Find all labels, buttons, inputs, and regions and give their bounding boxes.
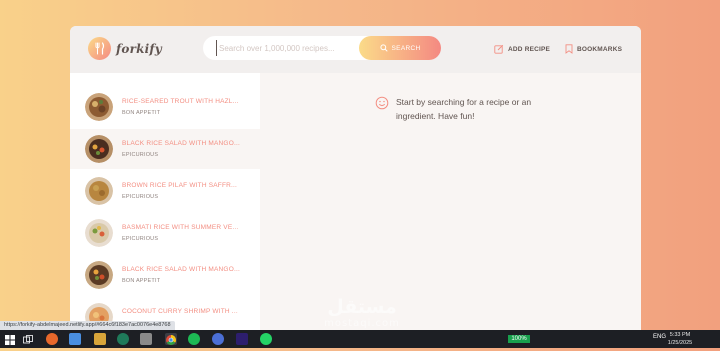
result-item[interactable]: BLACK RICE SALAD WITH MANGO... EPICURIOU… [70, 129, 260, 169]
app-icon-2[interactable] [212, 333, 224, 345]
forkify-app: forkify SEARCH ADD RECIPE BOOKMARKS RICE… [70, 26, 641, 336]
search-results: RICE-SEARED TROUT WITH HAZL... BON APPET… [70, 73, 260, 336]
result-title: BLACK RICE SALAD WITH MANGO... [122, 140, 240, 147]
logo[interactable]: forkify [88, 37, 162, 60]
bookmarks-button[interactable]: BOOKMARKS [565, 44, 622, 54]
clock-time: 5:33 PM [669, 332, 691, 338]
header: forkify SEARCH ADD RECIPE BOOKMARKS [70, 26, 641, 73]
clock-date: 1/25/2025 [667, 340, 693, 346]
watermark-latin: mostaqi.com [324, 318, 400, 329]
result-item[interactable]: BASMATI RICE WITH SUMMER VE... EPICURIOU… [70, 213, 260, 253]
result-title: BLACK RICE SALAD WITH MANGO... [122, 266, 240, 273]
result-item[interactable]: BLACK RICE SALAD WITH MANGO... BON APPET… [70, 255, 260, 295]
add-recipe-button[interactable]: ADD RECIPE [494, 44, 550, 54]
edge-icon[interactable] [69, 333, 81, 345]
recipe-thumbnail [85, 135, 113, 163]
recipe-thumbnail [85, 177, 113, 205]
watermark: مستقل mostaqi.com [312, 296, 412, 329]
search-button-label: SEARCH [391, 44, 421, 52]
whatsapp-icon[interactable] [260, 333, 272, 345]
search-input[interactable] [216, 40, 359, 56]
empty-state-message: Start by searching for a recipe or an in… [375, 95, 536, 123]
result-publisher: EPICURIOUS [122, 236, 159, 242]
bookmark-icon [565, 44, 573, 54]
result-publisher: BON APPETIT [122, 110, 161, 116]
result-publisher: BON APPETIT [122, 278, 161, 284]
result-title: RICE-SEARED TROUT WITH HAZL... [122, 98, 239, 105]
add-recipe-label: ADD RECIPE [508, 45, 551, 53]
file-explorer-icon[interactable] [94, 333, 106, 345]
smile-icon [375, 96, 389, 110]
vscode-icon[interactable] [117, 333, 129, 345]
result-title: COCONUT CURRY SHRIMP WITH ... [122, 308, 238, 315]
result-item[interactable]: RICE-SEARED TROUT WITH HAZL... BON APPET… [70, 87, 260, 127]
taskbar-clock[interactable]: 5:33 PM 1/25/2025 [662, 331, 698, 347]
result-publisher: EPICURIOUS [122, 194, 159, 200]
edit-icon [494, 44, 504, 54]
message-text: Start by searching for a recipe or an in… [396, 97, 532, 121]
result-publisher: EPICURIOUS [122, 152, 159, 158]
result-item[interactable]: BROWN RICE PILAF WITH SAFFR... EPICURIOU… [70, 171, 260, 211]
spotify-icon[interactable] [188, 333, 200, 345]
chrome-icon[interactable] [165, 333, 177, 345]
windows-taskbar: ENG [0, 330, 720, 348]
search-button[interactable]: SEARCH [359, 36, 441, 60]
premiere-icon[interactable] [236, 333, 248, 345]
bookmarks-label: BOOKMARKS [577, 45, 623, 53]
recipe-thumbnail [85, 261, 113, 289]
battery-indicator[interactable]: 100% [508, 335, 530, 343]
result-title: BROWN RICE PILAF WITH SAFFR... [122, 182, 238, 189]
recipe-thumbnail [85, 93, 113, 121]
fork-knife-icon [88, 37, 111, 60]
search-icon [379, 44, 388, 52]
app-name: forkify [116, 41, 162, 56]
task-view-icon[interactable] [22, 333, 34, 345]
browser-status-url: https://forkify-abdelmajeed.netlify.app/… [0, 321, 175, 330]
recipe-thumbnail [85, 219, 113, 247]
firefox-icon[interactable] [46, 333, 58, 345]
search-form: SEARCH [203, 36, 441, 60]
windows-start-icon[interactable] [4, 333, 16, 345]
result-title: BASMATI RICE WITH SUMMER VE... [122, 224, 239, 231]
app-icon[interactable] [140, 333, 152, 345]
watermark-arabic: مستقل [327, 296, 397, 318]
